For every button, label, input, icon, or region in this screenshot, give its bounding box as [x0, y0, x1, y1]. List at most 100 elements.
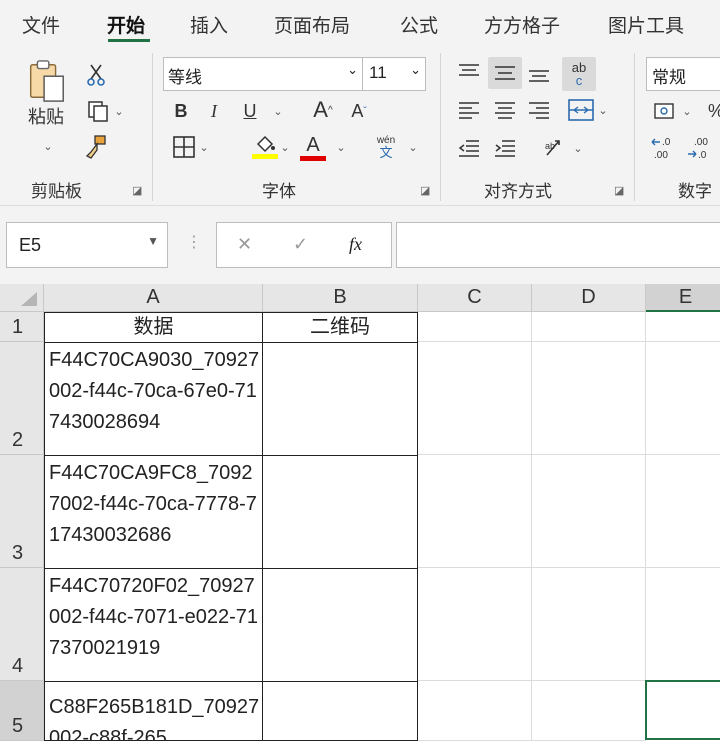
- tab-file[interactable]: 文件: [22, 11, 60, 38]
- row-header-4[interactable]: 4: [0, 568, 44, 681]
- cell-b1[interactable]: 二维码: [262, 312, 418, 343]
- row-header-3[interactable]: 3: [0, 455, 44, 568]
- cut-icon[interactable]: [82, 61, 110, 89]
- chevron-down-icon: ▼: [147, 234, 159, 248]
- fill-color-dropdown[interactable]: ⌄: [276, 133, 290, 161]
- font-color-dropdown[interactable]: ⌄: [332, 133, 346, 161]
- align-top-icon[interactable]: [454, 57, 484, 87]
- select-all-corner[interactable]: [0, 284, 44, 312]
- cell-c5[interactable]: [418, 681, 532, 741]
- font-color-button[interactable]: A: [298, 131, 328, 163]
- align-middle-icon[interactable]: [488, 57, 522, 89]
- cell-d3[interactable]: [532, 455, 646, 568]
- selected-cell-e5[interactable]: [645, 680, 720, 740]
- active-tab-indicator: [108, 39, 150, 42]
- cell-c1[interactable]: [418, 312, 532, 342]
- drag-handle-icon[interactable]: ⋮: [186, 232, 202, 252]
- borders-button[interactable]: ⌄: [166, 133, 216, 161]
- phonetic-button[interactable]: wén 文: [372, 131, 400, 163]
- tab-formulas[interactable]: 公式: [400, 11, 438, 38]
- cell-c2[interactable]: [418, 342, 532, 455]
- cell-d5[interactable]: [532, 681, 646, 741]
- column-header-b[interactable]: B: [263, 284, 418, 312]
- percent-icon[interactable]: %: [706, 97, 720, 125]
- wrap-text-button[interactable]: ab c: [562, 57, 596, 91]
- decrease-indent-icon[interactable]: [454, 133, 484, 163]
- decrease-decimal-icon[interactable]: .00.0: [684, 133, 718, 163]
- underline-button[interactable]: U: [238, 97, 262, 125]
- bold-button[interactable]: B: [170, 97, 192, 125]
- copy-button[interactable]: ⌄: [80, 97, 130, 125]
- name-box[interactable]: E5 ▼: [6, 222, 168, 268]
- column-header-a[interactable]: A: [44, 284, 263, 312]
- spreadsheet-grid: A B C D E 1 2 3 4 5 数据 二维码 F44C70CA9030_…: [0, 284, 720, 741]
- align-right-icon[interactable]: [524, 95, 554, 125]
- row-header-2[interactable]: 2: [0, 342, 44, 455]
- cell-b4[interactable]: [262, 568, 418, 682]
- enter-icon[interactable]: ✓: [293, 234, 308, 255]
- format-painter-icon[interactable]: [82, 133, 110, 161]
- tab-page-layout[interactable]: 页面布局: [274, 11, 350, 38]
- column-header-d[interactable]: D: [532, 284, 646, 312]
- cell-e1[interactable]: [646, 312, 720, 342]
- svg-text:ab: ab: [545, 141, 555, 151]
- column-header-e[interactable]: E: [646, 284, 720, 312]
- underline-dropdown[interactable]: ⌄: [266, 97, 286, 125]
- clipboard-launcher-icon[interactable]: ◪: [132, 185, 144, 197]
- paste-dropdown[interactable]: ⌄: [36, 138, 56, 154]
- orientation-icon: ab: [545, 140, 561, 156]
- tab-home[interactable]: 开始: [107, 11, 145, 38]
- phonetic-char: 文: [379, 145, 393, 160]
- cell-d2[interactable]: [532, 342, 646, 455]
- cell-a4[interactable]: F44C70720F02_70927002-f44c-7071-e022-717…: [44, 568, 263, 682]
- alignment-group-label: 对齐方式: [484, 182, 552, 201]
- phonetic-dropdown[interactable]: ⌄: [404, 133, 418, 161]
- cell-c4[interactable]: [418, 568, 532, 681]
- fill-color-swatch: [252, 153, 278, 159]
- font-name-select[interactable]: 等线 ⌄: [163, 57, 363, 91]
- number-format-select[interactable]: 常规: [646, 57, 720, 91]
- align-bottom-icon[interactable]: [524, 59, 554, 89]
- cell-d1[interactable]: [532, 312, 646, 342]
- separator: [440, 53, 441, 201]
- shrink-font-button[interactable]: Aˇ: [344, 97, 374, 125]
- font-launcher-icon[interactable]: ◪: [420, 185, 432, 197]
- cancel-icon[interactable]: ✕: [237, 234, 252, 255]
- increase-decimal-icon[interactable]: .0.00: [648, 133, 682, 163]
- merge-center-button[interactable]: ⌄: [560, 95, 616, 125]
- font-size-select[interactable]: 11 ⌄: [362, 57, 426, 91]
- cell-a2[interactable]: F44C70CA9030_70927002-f44c-70ca-67e0-717…: [44, 342, 263, 456]
- row-header-1[interactable]: 1: [0, 312, 44, 342]
- cell-b5[interactable]: [262, 681, 418, 741]
- svg-text:.00: .00: [654, 150, 668, 161]
- tab-fangfang[interactable]: 方方格子: [484, 11, 560, 38]
- cell-e2[interactable]: [646, 342, 720, 455]
- column-header-c[interactable]: C: [418, 284, 532, 312]
- row-header-5[interactable]: 5: [0, 681, 44, 741]
- formula-buttons: ✕ ✓ fx: [216, 222, 392, 268]
- cell-e3[interactable]: [646, 455, 720, 568]
- align-center-icon[interactable]: [490, 95, 520, 125]
- cell-a3[interactable]: F44C70CA9FC8_70927002-f44c-70ca-7778-717…: [44, 455, 263, 569]
- cell-e4[interactable]: [646, 568, 720, 681]
- cell-c3[interactable]: [418, 455, 532, 568]
- cell-a5[interactable]: C88F265B181D_70927002-c88f-265: [44, 681, 263, 741]
- alignment-launcher-icon[interactable]: ◪: [614, 185, 626, 197]
- cell-a1[interactable]: 数据: [44, 312, 263, 343]
- orientation-button[interactable]: ab ⌄: [538, 133, 588, 163]
- cell-b2[interactable]: [262, 342, 418, 456]
- italic-button[interactable]: I: [204, 97, 224, 125]
- formula-input[interactable]: [396, 222, 720, 268]
- tab-insert[interactable]: 插入: [190, 11, 228, 38]
- insert-function-icon[interactable]: fx: [349, 234, 362, 255]
- accounting-format-button[interactable]: ⌄: [648, 97, 698, 125]
- align-left-icon[interactable]: [454, 95, 484, 125]
- grow-font-button[interactable]: A ^: [308, 95, 338, 125]
- increase-indent-icon[interactable]: [490, 133, 520, 163]
- cell-d4[interactable]: [532, 568, 646, 681]
- tab-picture-tools[interactable]: 图片工具: [608, 11, 684, 38]
- wrap-text-char: c: [575, 73, 583, 88]
- font-size-value: 11: [369, 63, 387, 82]
- paste-button[interactable]: 粘贴: [18, 59, 74, 129]
- cell-b3[interactable]: [262, 455, 418, 569]
